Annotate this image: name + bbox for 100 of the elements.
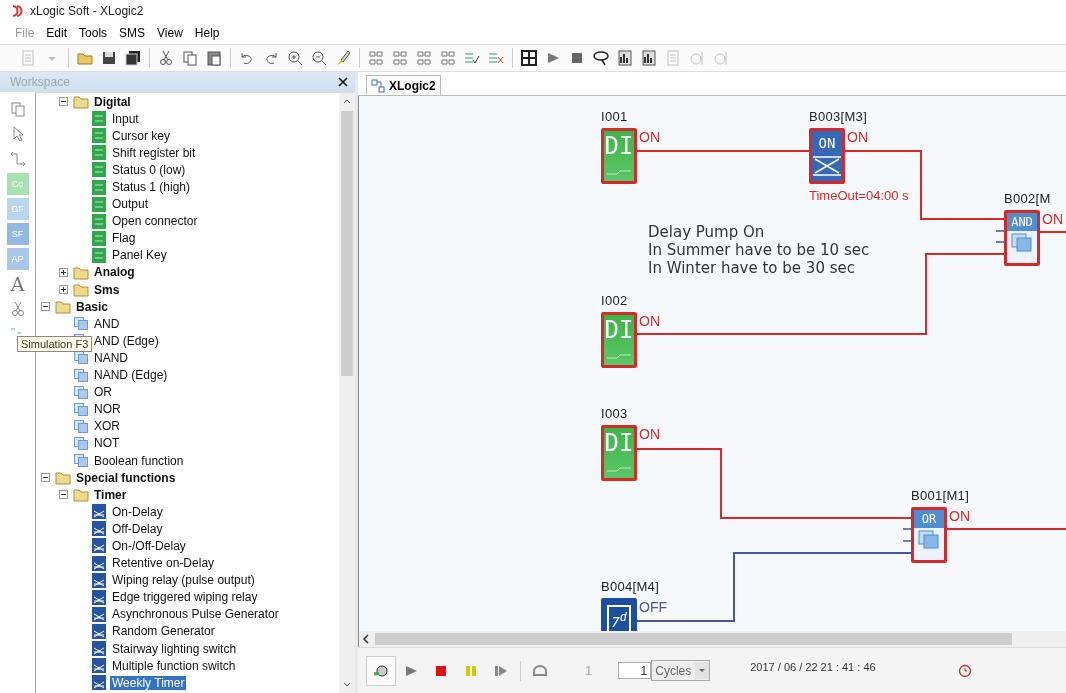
digital-block-icon — [91, 179, 107, 195]
tree-item[interactable]: NOR — [92, 402, 123, 417]
tree-item[interactable]: Status 0 (low) — [110, 162, 188, 177]
wire[interactable] — [636, 448, 912, 519]
tree-item[interactable]: Timer — [92, 487, 129, 502]
tree-item[interactable]: Off-Delay — [110, 521, 165, 536]
window-title: xLogic Soft - XLogic2 — [30, 4, 144, 18]
logic-block-icon — [73, 418, 89, 434]
tree-item[interactable]: Weekly Timer — [110, 675, 187, 690]
menu-item[interactable]: Tools — [74, 24, 113, 42]
folder-icon — [73, 487, 89, 503]
simulation-mode-icon[interactable] — [366, 655, 396, 686]
timer-block-icon — [91, 521, 107, 537]
tree-item[interactable]: NOT — [92, 436, 122, 451]
simulation-clock: 2017 / 06 / 22 21 : 41 : 46 — [750, 660, 876, 673]
wire[interactable] — [636, 253, 1005, 335]
folder-icon — [73, 282, 89, 298]
collapse-icon[interactable] — [59, 490, 68, 500]
tree-item[interactable]: Random Generator — [110, 624, 217, 639]
tree-item[interactable]: Sms — [92, 282, 122, 297]
signal-wave-icon — [605, 466, 633, 473]
weekly-block[interactable]: 7$^{d}$ — [601, 598, 637, 631]
tree-item[interactable]: Special functions — [74, 470, 178, 485]
tree-item[interactable]: Asynchronous Pulse Generator — [110, 607, 281, 622]
digital-block-icon — [91, 128, 107, 144]
block-symbol: AND — [1007, 213, 1037, 231]
tree-item[interactable]: Cursor key — [110, 128, 172, 143]
digital-block-icon — [91, 111, 107, 127]
app-logo-icon — [10, 4, 24, 18]
close-icon[interactable] — [337, 76, 349, 88]
block-symbol: DI — [604, 428, 634, 458]
timer-block-icon — [91, 641, 107, 657]
tree-item[interactable]: Basic — [74, 299, 111, 314]
folder-icon — [55, 299, 71, 315]
clock-icon[interactable] — [957, 663, 972, 678]
tree-item[interactable]: Panel Key — [110, 248, 169, 263]
logic-block-icon — [73, 367, 89, 383]
text-tool[interactable]: A — [6, 273, 29, 295]
collapse-icon[interactable] — [41, 302, 50, 312]
tree-item[interactable]: Shift register bit — [110, 145, 198, 160]
signal-wave-icon — [605, 169, 633, 176]
expand-icon[interactable] — [59, 285, 68, 295]
tree-item[interactable]: Boolean function — [92, 453, 186, 468]
tree-item[interactable]: Output — [110, 197, 151, 212]
tree-item[interactable]: Digital — [92, 94, 133, 109]
menu-item[interactable]: SMS — [114, 24, 151, 42]
comment-text: Delay Pump On In Summer have to be 10 sec In Winter have to be 30 sec — [648, 223, 870, 277]
input-pin — [995, 230, 1005, 243]
timer-block-icon — [91, 623, 107, 639]
output-state: ON — [639, 314, 660, 328]
tree-item[interactable]: Retentive on-Delay — [110, 556, 217, 571]
step-count: 1 — [585, 663, 593, 678]
tree-item[interactable]: Wiping relay (pulse output) — [110, 573, 257, 588]
tree-item[interactable]: AND — [92, 316, 122, 331]
input-pin — [902, 528, 912, 542]
tree-item[interactable]: XOR — [92, 419, 122, 434]
panel-title: Workspace — [10, 75, 70, 89]
tree-item[interactable]: NAND (Edge) — [92, 368, 170, 383]
tree-item[interactable]: Open connector — [110, 214, 200, 229]
digital-block-icon — [91, 247, 107, 263]
cycles-field[interactable]: 1 — [618, 662, 652, 679]
logic-block-icon — [73, 453, 89, 468]
caret-icon — [695, 662, 710, 679]
tree-item[interactable]: Edge triggered wiping relay — [110, 590, 260, 605]
tree-item[interactable]: Multiple function switch — [110, 658, 238, 673]
diagram-icon — [371, 78, 385, 93]
tree-item[interactable]: Input — [110, 111, 141, 126]
output-state: ON — [639, 130, 660, 144]
tree-item[interactable]: AND (Edge) — [92, 333, 161, 348]
diagram-canvas[interactable]: I001 DI ON B003[M3] ON ON TimeOut=04:00 s B002[M AND ON Delay Pump On In Summer have to be 10 sec In Winter have to be 30 sec I002 DI ON I003 DI ON B001[M1] OR ON B004[M4] 7$^{d}$ OFF — [358, 96, 1066, 631]
folder-icon — [73, 265, 89, 280]
tree-item[interactable]: On-Delay — [110, 504, 165, 519]
expand-icon[interactable] — [59, 268, 68, 277]
block-symbol: OR — [914, 510, 944, 528]
tree-item[interactable]: NAND — [92, 350, 130, 365]
vertical-scrollbar[interactable] — [339, 93, 355, 693]
timer-block-icon — [91, 555, 107, 571]
collapse-icon[interactable] — [41, 473, 50, 483]
tree-item[interactable]: Flag — [110, 231, 138, 246]
block-symbol: DI — [604, 131, 634, 161]
folder-icon — [73, 94, 89, 110]
output-state: ON — [639, 427, 660, 441]
unit-dropdown[interactable]: Cycles — [651, 660, 711, 681]
block-label: B003[M3] — [809, 109, 868, 125]
timer-block[interactable]: ON — [809, 128, 845, 184]
tree-item[interactable]: Status 1 (high) — [110, 180, 193, 194]
menu-item[interactable]: View — [152, 24, 188, 42]
tree-item[interactable]: Analog — [92, 265, 137, 280]
digital-block-icon — [91, 230, 107, 246]
menu-item[interactable]: Edit — [41, 24, 73, 42]
menu-item[interactable]: Help — [189, 24, 225, 42]
horizontal-scrollbar[interactable] — [358, 631, 1066, 647]
tree-item[interactable]: Stairway lighting switch — [110, 641, 239, 656]
collapse-icon[interactable] — [59, 97, 68, 107]
output-state: ON — [1042, 212, 1063, 226]
block-parameter: TimeOut=04:00 s — [809, 188, 909, 203]
tree-item[interactable]: On-/Off-Delay — [110, 539, 188, 553]
document-tab[interactable]: XLogic2 — [366, 75, 441, 95]
block-label: B004[M4] — [601, 579, 660, 595]
tree-item[interactable]: OR — [92, 385, 114, 400]
